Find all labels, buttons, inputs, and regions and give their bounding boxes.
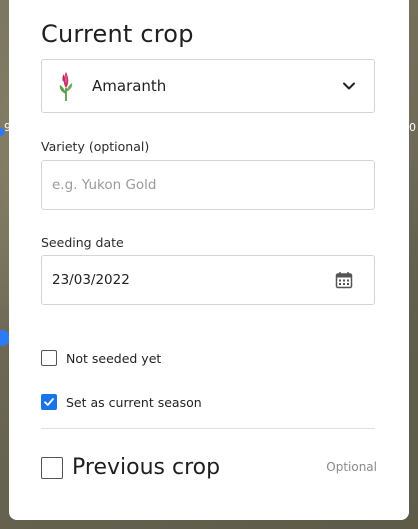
divider <box>41 428 375 429</box>
variety-input[interactable] <box>41 160 375 210</box>
calendar-icon[interactable] <box>335 271 353 289</box>
crop-select[interactable]: Amaranth <box>41 59 375 113</box>
not-seeded-label: Not seeded yet <box>66 350 162 366</box>
not-seeded-checkbox[interactable] <box>41 350 57 366</box>
previous-crop-checkbox[interactable] <box>41 456 63 479</box>
amaranth-icon <box>54 69 78 103</box>
current-season-checkbox-row[interactable]: Set as current season <box>41 394 202 410</box>
previous-crop-toggle[interactable]: Previous crop <box>41 455 220 480</box>
seeding-date-input[interactable] <box>41 255 375 305</box>
not-seeded-checkbox-row[interactable]: Not seeded yet <box>41 350 161 366</box>
crop-select-value: Amaranth <box>92 77 167 95</box>
previous-crop-label: Previous crop <box>72 455 221 480</box>
current-season-checkbox[interactable] <box>41 394 57 410</box>
variety-label: Variety (optional) <box>41 139 150 154</box>
page-title: Current crop <box>41 20 194 48</box>
crop-form-panel: Current crop Amaranth Variety (optional)… <box>9 0 409 520</box>
current-season-label: Set as current season <box>66 394 202 410</box>
seeding-date-label: Seeding date <box>41 235 124 250</box>
optional-label: Optional <box>326 460 377 474</box>
chevron-down-icon[interactable] <box>342 79 356 93</box>
checkmark-icon <box>44 398 54 406</box>
